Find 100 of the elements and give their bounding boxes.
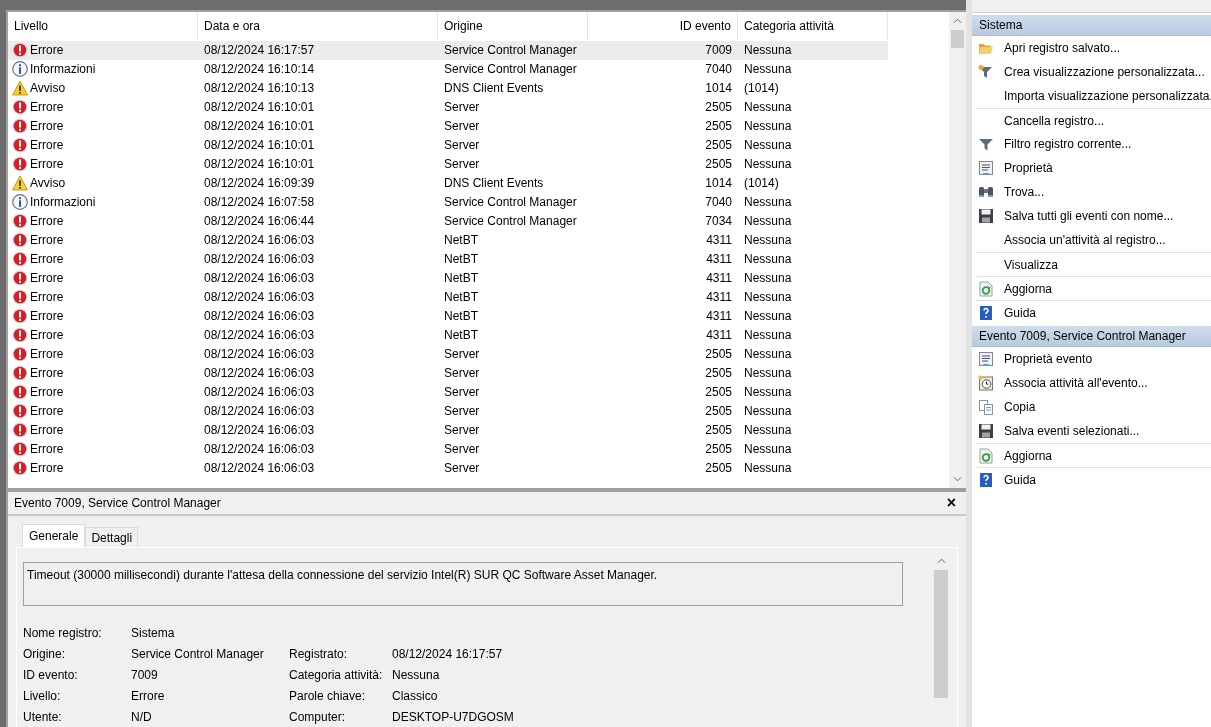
action-link[interactable]: Copia	[1004, 400, 1036, 414]
action-link[interactable]: Salva tutti gli eventi con nome...	[1004, 209, 1174, 223]
table-cell: 08/12/2024 16:06:03	[204, 442, 315, 457]
event-row[interactable]: Errore 08/12/2024 16:06:03 Server 2505 Nessuna	[8, 458, 949, 478]
scroll-up-icon[interactable]	[953, 17, 962, 24]
error-icon	[12, 289, 28, 306]
action-link[interactable]: Cancella registro...	[1004, 113, 1105, 128]
event-row[interactable]: Errore 08/12/2024 16:06:03 Server 2505 Nessuna	[8, 344, 949, 364]
action-link[interactable]: Apri registro salvato...	[1004, 41, 1121, 55]
table-cell: Avviso	[30, 81, 66, 96]
error-icon	[12, 365, 28, 382]
table-cell: 08/12/2024 16:10:01	[204, 138, 315, 153]
action-link[interactable]: Crea visualizzazione personalizzata...	[1004, 65, 1205, 79]
table-cell: 1014	[705, 81, 732, 96]
table-cell: Nessuna	[744, 271, 792, 286]
table-cell: Nessuna	[744, 119, 792, 134]
table-cell: Errore	[30, 347, 64, 362]
scroll-thumb[interactable]	[951, 29, 964, 48]
table-cell: 2505	[705, 157, 732, 172]
action-link[interactable]: Proprietà evento	[1004, 352, 1093, 366]
table-cell: Nessuna	[744, 309, 792, 324]
action-link[interactable]: Importa visualizzazione personalizzata.	[1004, 89, 1211, 103]
action-link[interactable]: Associa un'attività al registro...	[1004, 233, 1166, 247]
column-header[interactable]: Data e ora	[198, 11, 438, 40]
event-row[interactable]: Avviso 08/12/2024 16:09:39 DNS Client Events 1014 (1014)	[8, 173, 949, 193]
column-header[interactable]: Categoria attività	[738, 11, 888, 40]
event-row[interactable]: Errore 08/12/2024 16:06:03 NetBT 4311 Nessuna	[8, 306, 949, 326]
scroll-down-icon[interactable]	[953, 476, 962, 482]
table-cell: Nessuna	[744, 442, 792, 457]
section-header[interactable]: Evento 7009, Service Control Manager	[972, 326, 1211, 347]
column-header[interactable]: ID evento	[588, 11, 738, 40]
error-icon	[12, 251, 28, 268]
scroll-up-icon[interactable]	[936, 558, 946, 564]
table-cell: Nessuna	[744, 252, 792, 267]
action-link[interactable]: Guida	[1004, 305, 1037, 320]
table-cell: 08/12/2024 16:10:01	[204, 157, 315, 172]
field-label: Computer:	[289, 708, 347, 726]
event-row[interactable]: Informazioni 08/12/2024 16:10:14 Service Control Manager 7040 Nessuna	[8, 59, 949, 79]
event-row[interactable]: Errore 08/12/2024 16:06:03 Server 2505 Nessuna	[8, 401, 949, 421]
table-cell: 08/12/2024 16:07:58	[204, 195, 315, 210]
event-row[interactable]: Errore 08/12/2024 16:06:03 NetBT 4311 Nessuna	[8, 230, 949, 250]
table-cell: 08/12/2024 16:06:03	[204, 366, 315, 381]
table-cell: 2505	[705, 347, 732, 362]
event-row[interactable]: Errore 08/12/2024 16:06:03 Server 2505 Nessuna	[8, 439, 949, 459]
column-header[interactable]: Livello	[8, 11, 198, 40]
table-cell: 7040	[705, 195, 732, 210]
tab[interactable]: Dettagli	[85, 527, 139, 547]
help-icon	[978, 471, 994, 488]
action-link[interactable]: Salva eventi selezionati...	[1004, 424, 1140, 438]
error-icon	[12, 422, 28, 439]
close-button[interactable]: ×	[942, 495, 960, 511]
action-link[interactable]: Visualizza	[1004, 257, 1058, 272]
table-cell: Errore	[30, 404, 64, 419]
event-row[interactable]: Errore 08/12/2024 16:06:03 Server 2505 Nessuna	[8, 382, 949, 402]
event-row[interactable]: Errore 08/12/2024 16:06:03 Server 2505 Nessuna	[8, 420, 949, 440]
table-cell: 4311	[706, 328, 732, 343]
action-link[interactable]: Associa attività all'evento...	[1004, 376, 1148, 390]
event-row[interactable]: Errore 08/12/2024 16:06:03 NetBT 4311 Nessuna	[8, 249, 949, 269]
section-header[interactable]: Sistema	[972, 15, 1211, 36]
table-cell: 08/12/2024 16:06:03	[204, 271, 315, 286]
field-value: Nessuna	[392, 666, 441, 684]
action-link[interactable]: Guida	[1004, 472, 1037, 487]
table-cell: Errore	[30, 214, 64, 229]
tab[interactable]: Generale	[22, 524, 86, 547]
action-link[interactable]: Aggiorna	[1004, 281, 1053, 296]
field-value: 08/12/2024 16:17:57	[392, 645, 504, 663]
event-row[interactable]: Errore 08/12/2024 16:06:44 Service Control Manager 7034 Nessuna	[8, 211, 949, 231]
event-row[interactable]: Errore 08/12/2024 16:06:03 Server 2505 Nessuna	[8, 363, 949, 383]
column-header[interactable]: Origine	[438, 11, 588, 40]
scroll-thumb[interactable]	[934, 570, 948, 698]
table-cell: Errore	[30, 157, 64, 172]
event-row[interactable]: Errore 08/12/2024 16:06:03 NetBT 4311 Nessuna	[8, 325, 949, 345]
event-row[interactable]: Errore 08/12/2024 16:10:01 Server 2505 Nessuna	[8, 97, 949, 117]
event-row[interactable]: Errore 08/12/2024 16:06:03 NetBT 4311 Nessuna	[8, 287, 949, 307]
filter-icon	[978, 136, 994, 152]
event-row[interactable]: Errore 08/12/2024 16:10:01 Server 2505 Nessuna	[8, 135, 949, 155]
table-cell: Errore	[30, 100, 64, 115]
action-link[interactable]: Proprietà	[1004, 161, 1053, 175]
event-row[interactable]: Informazioni 08/12/2024 16:07:58 Service Control Manager 7040 Nessuna	[8, 192, 949, 212]
table-cell: Service Control Manager	[444, 195, 577, 210]
field-label: Registrato:	[289, 645, 349, 663]
event-row[interactable]: Avviso 08/12/2024 16:10:13 DNS Client Events 1014 (1014)	[8, 78, 949, 98]
event-row[interactable]: Errore 08/12/2024 16:06:03 NetBT 4311 Nessuna	[8, 268, 949, 288]
scrollbar[interactable]	[949, 11, 966, 488]
refresh-icon	[978, 447, 994, 464]
field-value: Service Control Manager	[131, 645, 265, 663]
table-cell: NetBT	[444, 233, 478, 248]
table-cell: 08/12/2024 16:06:03	[204, 385, 315, 400]
action-link[interactable]: Aggiorna	[1004, 448, 1053, 463]
table-cell: Server	[444, 157, 480, 172]
table-cell: 08/12/2024 16:10:01	[204, 100, 315, 115]
event-row[interactable]: Errore 08/12/2024 16:10:01 Server 2505 Nessuna	[8, 154, 949, 174]
action-link[interactable]: Filtro registro corrente...	[1004, 137, 1132, 151]
action-link[interactable]: Trova...	[1004, 185, 1045, 199]
event-row[interactable]: Errore 08/12/2024 16:10:01 Server 2505 Nessuna	[8, 116, 949, 136]
table-cell: Errore	[30, 290, 64, 305]
table-cell: DNS Client Events	[444, 81, 544, 96]
table-cell: NetBT	[444, 328, 478, 343]
table-cell: 08/12/2024 16:06:03	[204, 347, 315, 362]
error-icon	[12, 441, 28, 458]
